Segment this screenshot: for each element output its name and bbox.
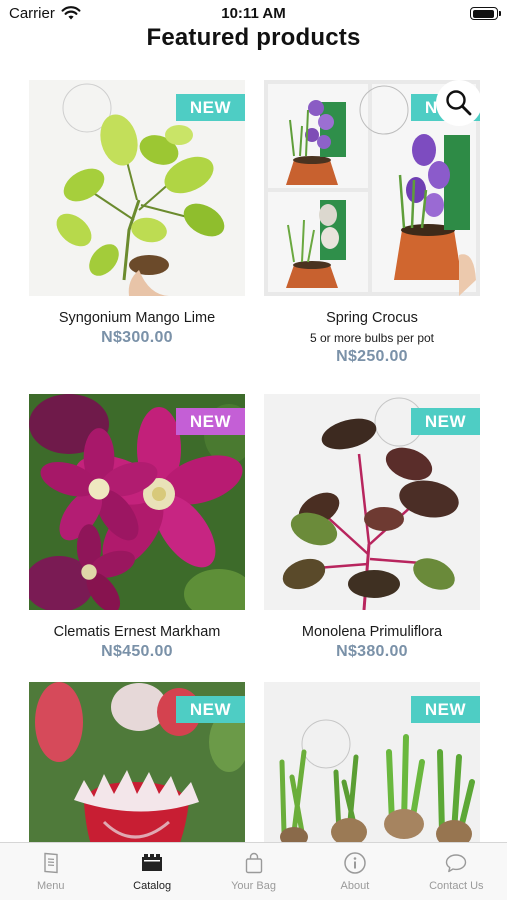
product-name: Monolena Primuliflora: [301, 624, 443, 640]
new-badge: NEW: [410, 408, 480, 435]
product-image: NEW: [29, 682, 245, 842]
product-card-syngonium[interactable]: NEW Syngonium Mango Lime N$300.00: [29, 80, 245, 347]
catalog-icon: [142, 854, 163, 871]
info-icon: [344, 852, 366, 874]
tab-label: About: [340, 880, 370, 892]
product-price: N$380.00: [336, 643, 408, 660]
chat-bubble-icon: [446, 854, 467, 873]
product-card-monolena[interactable]: NEW Monolena Primuliflora N$380.00: [264, 394, 480, 661]
tab-label: Your Bag: [231, 880, 276, 892]
product-price: N$300.00: [101, 329, 173, 346]
shopping-bag-icon: [245, 852, 262, 874]
tab-about[interactable]: About: [304, 843, 405, 900]
product-subtitle: 5 or more bulbs per pot: [309, 331, 435, 345]
search-button[interactable]: [436, 80, 482, 126]
new-badge: NEW: [175, 94, 245, 121]
tab-label: Contact Us: [429, 880, 484, 892]
status-bar: Carrier 10:11 AM: [0, 0, 507, 26]
status-time: 10:11 AM: [221, 5, 286, 22]
product-price: N$250.00: [336, 348, 408, 365]
tab-contact-us[interactable]: Contact Us: [406, 843, 507, 900]
tab-your-bag[interactable]: Your Bag: [203, 843, 304, 900]
new-badge: NEW: [175, 696, 245, 723]
new-badge: NEW: [410, 696, 480, 723]
product-grid: NEW Syngonium Mango Lime N$300.00 Spring…: [0, 80, 507, 842]
tab-bar: Menu Catalog Your Bag About Contact Us: [0, 842, 507, 900]
menu-book-icon: [44, 852, 58, 874]
product-name: Clematis Ernest Markham: [53, 624, 221, 640]
product-name: Syngonium Mango Lime: [58, 310, 216, 326]
product-price: N$450.00: [101, 643, 173, 660]
product-name: Spring Crocus: [326, 310, 418, 326]
search-icon: [446, 90, 472, 116]
tab-menu[interactable]: Menu: [0, 843, 101, 900]
battery-icon: [470, 7, 501, 20]
page-title: Featured products: [146, 24, 361, 51]
product-image: NEW: [29, 80, 245, 296]
product-card-clematis[interactable]: NEW Clematis Ernest Markham N$450.00: [29, 394, 245, 661]
tab-catalog[interactable]: Catalog: [101, 843, 202, 900]
product-card-hyacinth[interactable]: NEW: [264, 682, 480, 842]
product-image: NEW: [29, 394, 245, 610]
product-image: NEW: [264, 394, 480, 610]
product-card-tulip[interactable]: NEW: [29, 682, 245, 842]
tab-label: Menu: [36, 880, 65, 892]
tab-label: Catalog: [133, 880, 172, 892]
product-image: NEW: [264, 682, 480, 842]
new-badge: NEW: [175, 408, 245, 435]
